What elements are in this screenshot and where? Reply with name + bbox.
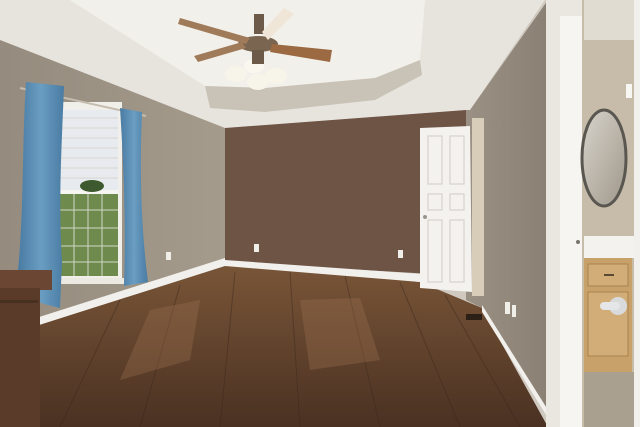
bedroom-door: [420, 118, 484, 296]
wall-outlet: [166, 252, 171, 260]
wall-outlet: [398, 250, 403, 258]
room-photo: [0, 0, 640, 427]
wall-outlet: [254, 244, 259, 252]
wall-outlet: [505, 302, 510, 314]
floor-vent: [466, 314, 482, 320]
bathroom-mirror: [580, 108, 628, 208]
window: [54, 102, 124, 284]
bathroom-doorway: [546, 0, 640, 427]
room-illustration: [0, 0, 640, 427]
wall-outlet: [512, 305, 516, 317]
